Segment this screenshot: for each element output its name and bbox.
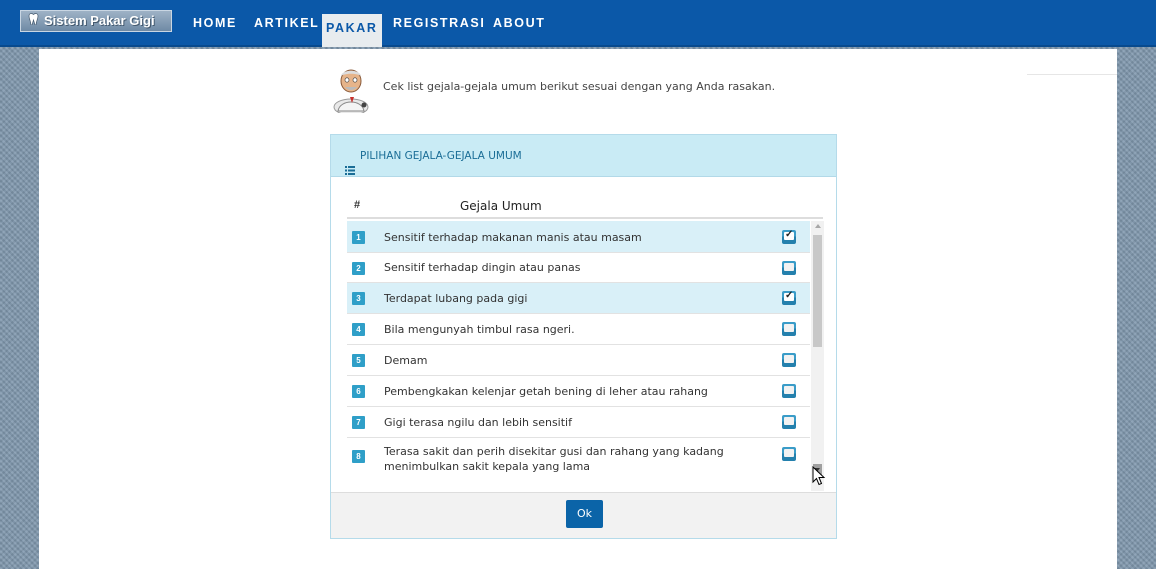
row-number-badge: 3 (352, 292, 365, 305)
nav-pakar[interactable]: PAKAR (322, 14, 382, 47)
symptom-label: Demam (384, 354, 428, 367)
check-icon: ✓ (785, 229, 794, 240)
check-icon: ✓ (785, 290, 794, 301)
top-navbar: Sistem Pakar Gigi HOME ARTIKEL PAKAR REG… (0, 0, 1156, 47)
column-header-number: # (354, 199, 361, 211)
symptom-checkbox[interactable]: ✓ (782, 229, 796, 244)
header-divider (347, 217, 823, 219)
symptom-checkbox[interactable] (782, 322, 796, 336)
panel-footer: Ok (331, 492, 836, 538)
nav-home[interactable]: HOME (193, 13, 237, 33)
symptom-list[interactable]: 1 Sensitif terhadap makanan manis atau m… (347, 221, 810, 491)
list-item[interactable]: 4 Bila mengunyah timbul rasa ngeri. (347, 314, 810, 345)
symptom-label: Sensitif terhadap dingin atau panas (384, 261, 581, 274)
symptom-label: Terdapat lubang pada gigi (384, 292, 528, 305)
list-item[interactable]: 1 Sensitif terhadap makanan manis atau m… (347, 221, 810, 253)
list-item[interactable]: 7 Gigi terasa ngilu dan lebih sensitif (347, 407, 810, 438)
symptom-label: Sensitif terhadap makanan manis atau mas… (384, 231, 642, 244)
doctor-avatar-icon (330, 67, 374, 116)
sidebar-divider (1027, 74, 1117, 75)
nav-registrasi[interactable]: REGISTRASI (393, 13, 485, 33)
row-number-badge: 8 (352, 450, 365, 463)
symptom-checkbox[interactable]: ✓ (782, 290, 796, 305)
mouse-cursor-icon (812, 465, 826, 486)
row-number-badge: 7 (352, 416, 365, 429)
list-icon (345, 151, 355, 175)
scrollbar-thumb[interactable] (813, 235, 822, 347)
row-number-badge: 4 (352, 323, 365, 336)
row-number-badge: 6 (352, 385, 365, 398)
symptom-checkbox[interactable] (782, 447, 796, 461)
list-scrollbar[interactable] (811, 221, 824, 491)
nav-about[interactable]: ABOUT (493, 13, 545, 33)
row-number-badge: 2 (352, 262, 365, 275)
tooth-icon (27, 11, 40, 31)
list-item[interactable]: 3 Terdapat lubang pada gigi ✓ (347, 283, 810, 314)
ok-button[interactable]: Ok (566, 500, 603, 528)
symptom-checkbox[interactable] (782, 353, 796, 367)
symptom-label: Gigi terasa ngilu dan lebih sensitif (384, 416, 572, 429)
panel-title: PILIHAN GEJALA-GEJALA UMUM (360, 150, 522, 162)
row-number-badge: 5 (352, 354, 365, 367)
list-item[interactable]: 6 Pembengkakan kelenjar getah bening di … (347, 376, 810, 407)
scroll-up-arrow-icon[interactable] (815, 224, 821, 228)
nav-artikel[interactable]: ARTIKEL (254, 13, 319, 33)
list-item[interactable]: 8 Terasa sakit dan perih disekitar gusi … (347, 438, 810, 491)
column-header-gejala: Gejala Umum (460, 199, 542, 213)
symptom-label: Bila mengunyah timbul rasa ngeri. (384, 323, 575, 336)
list-item[interactable]: 5 Demam (347, 345, 810, 376)
list-item[interactable]: 2 Sensitif terhadap dingin atau panas (347, 253, 810, 283)
symptom-label: Pembengkakan kelenjar getah bening di le… (384, 385, 708, 398)
symptom-label: Terasa sakit dan perih disekitar gusi da… (384, 445, 724, 473)
symptom-checkbox[interactable] (782, 415, 796, 429)
row-number-badge: 1 (352, 231, 365, 244)
symptom-checkbox[interactable] (782, 261, 796, 275)
symptom-panel: PILIHAN GEJALA-GEJALA UMUM # Gejala Umum… (330, 134, 837, 539)
panel-header: PILIHAN GEJALA-GEJALA UMUM (331, 135, 836, 177)
symptom-checkbox[interactable] (782, 384, 796, 398)
intro-text: Cek list gejala-gejala umum berikut sesu… (383, 80, 776, 93)
brand-label: Sistem Pakar Gigi (44, 13, 155, 28)
brand-logo[interactable]: Sistem Pakar Gigi (20, 10, 172, 32)
